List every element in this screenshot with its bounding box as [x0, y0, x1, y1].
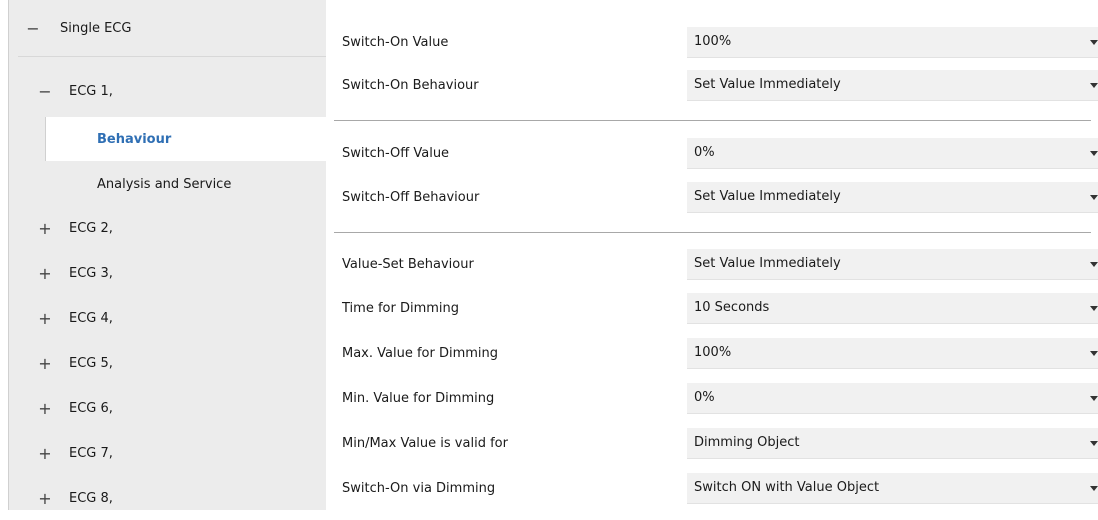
param-label: Switch-Off Value: [342, 146, 450, 161]
dropdown-value: Set Value Immediately: [694, 256, 841, 271]
chevron-down-icon: [1090, 396, 1098, 401]
param-label: Min/Max Value is valid for: [342, 436, 508, 451]
min-max-valid-for-dropdown[interactable]: Dimming Object: [687, 428, 1098, 459]
switch-on-via-dimming-dropdown[interactable]: Switch ON with Value Object: [687, 473, 1098, 504]
chevron-down-icon: [1090, 441, 1098, 446]
param-row-min-value-for-dimming: Min. Value for Dimming 0%: [327, 383, 1098, 415]
time-for-dimming-dropdown[interactable]: 10 Seconds: [687, 293, 1098, 324]
dropdown-value: 0%: [694, 145, 715, 160]
chevron-down-icon: [1090, 306, 1098, 311]
param-row-time-for-dimming: Time for Dimming 10 Seconds: [327, 293, 1098, 325]
chevron-down-icon: [1090, 486, 1098, 491]
expand-icon[interactable]: +: [38, 219, 52, 238]
param-row-switch-on-value: Switch-On Value 100%: [327, 27, 1098, 59]
collapse-icon[interactable]: −: [38, 82, 52, 101]
switch-off-behaviour-dropdown[interactable]: Set Value Immediately: [687, 182, 1098, 213]
dropdown-value: 10 Seconds: [694, 300, 770, 315]
tree-item-label: ECG 4,: [69, 310, 113, 326]
dropdown-value: Set Value Immediately: [694, 189, 841, 204]
dropdown-value: Set Value Immediately: [694, 77, 841, 92]
value-set-behaviour-dropdown[interactable]: Set Value Immediately: [687, 249, 1098, 280]
chevron-down-icon: [1090, 151, 1098, 156]
expand-icon[interactable]: +: [38, 309, 52, 328]
chevron-down-icon: [1090, 262, 1098, 267]
dropdown-value: 0%: [694, 390, 715, 405]
param-label: Value-Set Behaviour: [342, 257, 474, 272]
param-row-switch-off-value: Switch-Off Value 0%: [327, 138, 1098, 170]
tree-item-ecg-7[interactable]: + ECG 7,: [8, 431, 326, 475]
tree-item-label: ECG 6,: [69, 400, 113, 416]
tree-item-label: ECG 5,: [69, 355, 113, 371]
chevron-down-icon: [1090, 40, 1098, 45]
tree-item-label: ECG 2,: [69, 220, 113, 236]
chevron-down-icon: [1090, 195, 1098, 200]
max-value-for-dimming-dropdown[interactable]: 100%: [687, 338, 1098, 369]
param-row-switch-off-behaviour: Switch-Off Behaviour Set Value Immediate…: [327, 182, 1098, 214]
switch-on-behaviour-dropdown[interactable]: Set Value Immediately: [687, 70, 1098, 101]
param-row-min-max-valid-for: Min/Max Value is valid for Dimming Objec…: [327, 428, 1098, 460]
param-label: Switch-On Value: [342, 35, 449, 50]
collapse-icon[interactable]: −: [26, 19, 40, 38]
switch-off-value-dropdown[interactable]: 0%: [687, 138, 1098, 169]
param-row-max-value-for-dimming: Max. Value for Dimming 100%: [327, 338, 1098, 370]
expand-icon[interactable]: +: [38, 489, 52, 508]
tree-item-single-ecg[interactable]: − Single ECG: [8, 0, 326, 56]
section-divider: [334, 232, 1091, 233]
min-value-for-dimming-dropdown[interactable]: 0%: [687, 383, 1098, 414]
dropdown-value: Switch ON with Value Object: [694, 480, 880, 495]
expand-icon[interactable]: +: [38, 354, 52, 373]
parameter-panel: Switch-On Value 100% Switch-On Behaviour…: [327, 0, 1098, 510]
divider: [18, 56, 326, 57]
tree-item-analysis-and-service[interactable]: Analysis and Service: [8, 162, 326, 206]
tree-item-ecg-5[interactable]: + ECG 5,: [8, 341, 326, 385]
tree-item-label: Behaviour: [97, 131, 172, 147]
chevron-down-icon: [1090, 83, 1098, 88]
dropdown-value: 100%: [694, 345, 732, 360]
tree-item-label: ECG 3,: [69, 265, 113, 281]
tree-item-ecg-2[interactable]: + ECG 2,: [8, 206, 326, 250]
tree-item-label: ECG 8,: [69, 490, 113, 506]
param-row-switch-on-via-dimming: Switch-On via Dimming Switch ON with Val…: [327, 473, 1098, 505]
tree-item-label: Analysis and Service: [97, 176, 232, 192]
tree-item-behaviour[interactable]: Behaviour: [45, 117, 327, 161]
param-row-switch-on-behaviour: Switch-On Behaviour Set Value Immediatel…: [327, 70, 1098, 102]
param-label: Min. Value for Dimming: [342, 391, 495, 406]
switch-on-value-dropdown[interactable]: 100%: [687, 27, 1098, 58]
expand-icon[interactable]: +: [38, 264, 52, 283]
param-row-value-set-behaviour: Value-Set Behaviour Set Value Immediatel…: [327, 249, 1098, 281]
dropdown-value: Dimming Object: [694, 435, 800, 450]
chevron-down-icon: [1090, 351, 1098, 356]
tree-item-label: ECG 1,: [69, 83, 113, 99]
tree-item-ecg-1[interactable]: − ECG 1,: [8, 69, 326, 113]
param-label: Switch-On via Dimming: [342, 481, 496, 496]
param-label: Switch-On Behaviour: [342, 78, 479, 93]
tree-item-ecg-3[interactable]: + ECG 3,: [8, 251, 326, 295]
tree-item-ecg-8[interactable]: + ECG 8,: [8, 476, 326, 520]
tree-item-ecg-4[interactable]: + ECG 4,: [8, 296, 326, 340]
tree-item-label: Single ECG: [60, 20, 132, 36]
param-label: Max. Value for Dimming: [342, 346, 499, 361]
param-label: Time for Dimming: [342, 301, 460, 316]
param-label: Switch-Off Behaviour: [342, 190, 480, 205]
section-divider: [334, 120, 1091, 121]
expand-icon[interactable]: +: [38, 399, 52, 418]
expand-icon[interactable]: +: [38, 444, 52, 463]
tree-item-ecg-6[interactable]: + ECG 6,: [8, 386, 326, 430]
dropdown-value: 100%: [694, 34, 732, 49]
sidebar-tree: − Single ECG − ECG 1, Behaviour Analysis…: [8, 0, 327, 510]
tree-item-label: ECG 7,: [69, 445, 113, 461]
